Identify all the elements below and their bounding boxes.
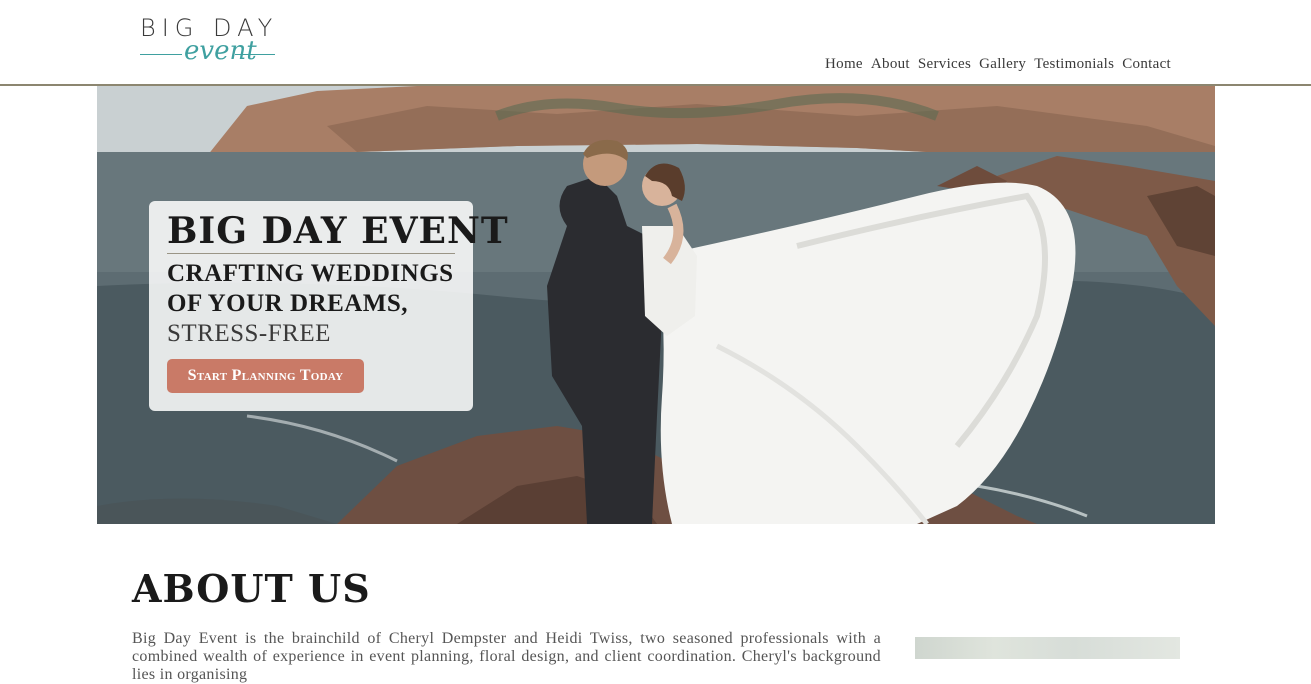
hero-title: BIG DAY EVENT	[167, 210, 509, 252]
logo-line-left	[140, 54, 182, 55]
hero-subtitle-line3: STRESS-FREE	[167, 320, 331, 347]
hero-subtitle-line2: OF YOUR DREAMS,	[167, 290, 409, 317]
nav-home[interactable]: Home	[825, 56, 863, 73]
about-heading: ABOUT US	[132, 566, 371, 611]
nav-contact[interactable]: Contact	[1122, 56, 1171, 73]
site-header: BIG DAY event Home About Services Galler…	[0, 0, 1311, 86]
hero-subtitle-line1: CRAFTING WEDDINGS	[167, 260, 454, 287]
hero-subtitle: CRAFTING WEDDINGS OF YOUR DREAMS,	[167, 259, 454, 319]
logo-line-right	[235, 54, 275, 55]
about-photo	[915, 637, 1180, 659]
logo-script-text: event	[184, 36, 257, 66]
nav-about[interactable]: About	[871, 56, 910, 73]
about-paragraph: Big Day Event is the brainchild of Chery…	[132, 630, 881, 683]
main-nav: Home About Services Gallery Testimonials…	[825, 56, 1171, 73]
hero-title-divider	[167, 253, 455, 254]
hero-banner: BIG DAY EVENT CRAFTING WEDDINGS OF YOUR …	[97, 86, 1215, 524]
nav-services[interactable]: Services	[918, 56, 971, 73]
nav-gallery[interactable]: Gallery	[979, 56, 1026, 73]
hero-card: BIG DAY EVENT CRAFTING WEDDINGS OF YOUR …	[149, 201, 508, 411]
nav-testimonials[interactable]: Testimonials	[1034, 56, 1114, 73]
logo[interactable]: BIG DAY event	[140, 14, 280, 72]
start-planning-button[interactable]: Start Planning Today	[167, 359, 364, 393]
